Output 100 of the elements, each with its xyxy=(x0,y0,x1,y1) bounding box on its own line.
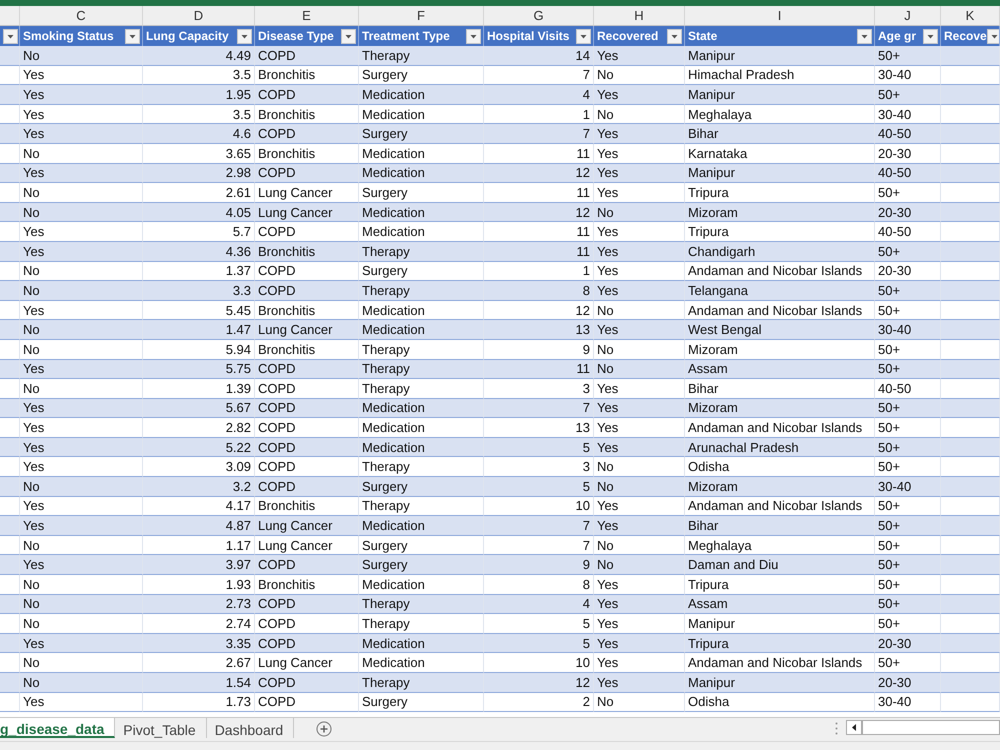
table-cell: Medication xyxy=(359,320,484,340)
table-cell xyxy=(941,242,1000,262)
filter-dropdown-icon[interactable] xyxy=(986,28,999,44)
table-cell: Yes xyxy=(20,360,143,380)
table-cell: COPD xyxy=(255,477,359,497)
table-cell: Yes xyxy=(594,281,685,301)
table-cell: 7 xyxy=(484,516,594,536)
table-cell: Lung Cancer xyxy=(255,202,359,222)
table-cell: No xyxy=(20,477,143,497)
table-cell: No xyxy=(20,202,143,222)
column-letter[interactable]: K xyxy=(941,6,1000,26)
filter-dropdown-icon[interactable] xyxy=(857,28,872,44)
table-cell: 11 xyxy=(484,242,594,262)
sheet-tab[interactable]: Pivot_Table xyxy=(115,718,207,738)
table-cell: No xyxy=(594,360,685,380)
table-cell: 40-50 xyxy=(875,164,941,184)
column-letter[interactable]: E xyxy=(255,6,359,26)
table-cell: Yes xyxy=(594,242,685,262)
filter-dropdown-icon[interactable] xyxy=(466,28,481,44)
table-cell: COPD xyxy=(255,85,359,105)
header-label: State xyxy=(688,29,718,43)
filter-dropdown-icon[interactable] xyxy=(923,28,938,44)
table-cell: Bronchitis xyxy=(255,242,359,262)
table-cell: Mizoram xyxy=(685,477,875,497)
table-cell: 50+ xyxy=(875,398,941,418)
table-cell: 1.47 xyxy=(143,320,255,340)
column-letter[interactable]: F xyxy=(359,6,484,26)
splitter-handle-icon[interactable] xyxy=(835,722,838,735)
table-cell: No xyxy=(594,477,685,497)
table-cell: Medication xyxy=(359,398,484,418)
table-cell: 4 xyxy=(484,85,594,105)
table-cell: Yes xyxy=(594,594,685,614)
filter-dropdown-icon[interactable] xyxy=(667,28,682,44)
table-cell xyxy=(941,634,1000,654)
table-cell xyxy=(0,634,20,654)
table-cell: Assam xyxy=(685,594,875,614)
table-cell: No xyxy=(20,281,143,301)
table-cell xyxy=(941,477,1000,497)
table-cell: Surgery xyxy=(359,477,484,497)
table-cell: COPD xyxy=(255,555,359,576)
filter-dropdown-icon[interactable] xyxy=(237,28,252,44)
scroll-left-icon[interactable] xyxy=(846,720,862,735)
table-cell: Yes xyxy=(594,398,685,418)
table-cell: 7 xyxy=(484,398,594,418)
sheet-tab[interactable]: Dashboard xyxy=(206,718,294,738)
table-cell: 4.87 xyxy=(143,516,255,536)
table-cell: COPD xyxy=(255,398,359,418)
filter-dropdown-icon[interactable] xyxy=(341,28,356,44)
table-cell: 30-40 xyxy=(875,692,941,712)
table-cell: 50+ xyxy=(875,594,941,614)
table-cell: Yes xyxy=(594,634,685,654)
table-cell: Therapy xyxy=(359,281,484,301)
table-cell: Yes xyxy=(594,516,685,536)
table-cell: 5 xyxy=(484,477,594,497)
table-cell: 3.35 xyxy=(143,634,255,654)
table-cell xyxy=(941,692,1000,712)
column-letter[interactable]: I xyxy=(685,6,875,26)
table-cell xyxy=(0,46,20,66)
table-cell: Mizoram xyxy=(685,202,875,222)
table-cell: Yes xyxy=(594,124,685,144)
table-cell xyxy=(0,555,20,576)
table-cell: Lung Cancer xyxy=(255,320,359,340)
header-label: Lung Capacity xyxy=(146,29,229,43)
table-cell: Therapy xyxy=(359,360,484,380)
add-sheet-icon[interactable] xyxy=(316,721,332,737)
table-cell: Therapy xyxy=(359,594,484,614)
table-cell: Odisha xyxy=(685,692,875,712)
table-cell: Medication xyxy=(359,164,484,184)
table-cell: COPD xyxy=(255,692,359,712)
filter-dropdown-icon[interactable] xyxy=(576,28,591,44)
header-label: Hospital Visits xyxy=(487,29,570,43)
column-letter[interactable]: H xyxy=(594,6,685,26)
table-cell: 50+ xyxy=(875,281,941,301)
table-cell: 13 xyxy=(484,320,594,340)
column-letter[interactable]: J xyxy=(875,6,941,26)
table-cell xyxy=(941,555,1000,576)
table-cell: 4.49 xyxy=(143,46,255,66)
table-cell: Yes xyxy=(20,242,143,262)
column-letter[interactable]: C xyxy=(20,6,143,26)
table-cell: 4.6 xyxy=(143,124,255,144)
table-cell: 50+ xyxy=(875,555,941,576)
table-cell: Yes xyxy=(20,85,143,105)
table-cell: 12 xyxy=(484,673,594,693)
table-cell: Yes xyxy=(20,124,143,144)
table-cell: 9 xyxy=(484,555,594,576)
filter-dropdown-icon[interactable] xyxy=(125,28,140,44)
horizontal-scrollbar[interactable] xyxy=(862,720,1000,735)
column-letter[interactable]: G xyxy=(484,6,594,26)
table-cell: COPD xyxy=(255,634,359,654)
column-letter[interactable]: D xyxy=(143,6,255,26)
table-cell: 30-40 xyxy=(875,320,941,340)
table-cell: Yes xyxy=(594,438,685,458)
table-cell: COPD xyxy=(255,281,359,301)
sheet-tab[interactable]: g_disease_data xyxy=(0,718,116,738)
table-cell: 1.95 xyxy=(143,85,255,105)
table-cell xyxy=(0,594,20,614)
table-cell xyxy=(0,124,20,144)
header-label: Recove xyxy=(944,29,987,43)
table-cell: Manipur xyxy=(685,164,875,184)
table-cell: 12 xyxy=(484,164,594,184)
